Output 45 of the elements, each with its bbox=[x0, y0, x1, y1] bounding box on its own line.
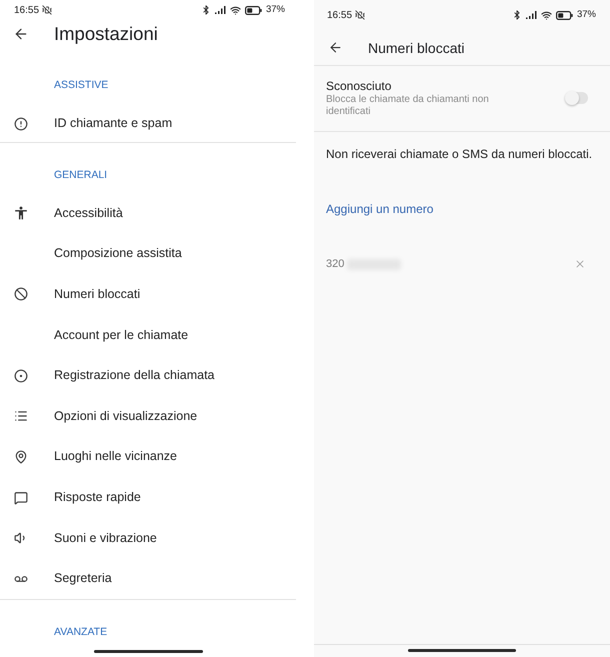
setting-title: Sconosciuto bbox=[326, 78, 392, 94]
signal-icon bbox=[214, 6, 226, 14]
section-heading: AVANZATE bbox=[54, 626, 108, 638]
settings-item[interactable]: Opzioni di visualizzazione bbox=[0, 396, 296, 437]
battery-icon bbox=[556, 10, 573, 20]
settings-item[interactable]: Segreteria bbox=[0, 558, 296, 600]
bluetooth-icon bbox=[200, 5, 211, 16]
accessibility-icon bbox=[14, 206, 28, 220]
battery-icon bbox=[244, 6, 262, 15]
vibrate-off-icon bbox=[355, 10, 366, 20]
settings-item[interactable]: Risposte rapide bbox=[0, 477, 296, 518]
vibrate-off-icon bbox=[42, 5, 52, 16]
wifi-icon bbox=[230, 4, 241, 16]
battery-percent: 37% bbox=[576, 8, 596, 22]
add-number-link[interactable]: Aggiungi un numero bbox=[326, 202, 434, 216]
location-pin-icon bbox=[14, 450, 28, 464]
settings-item[interactable]: Account per le chiamate bbox=[0, 314, 296, 356]
status-time: 16:55 bbox=[327, 8, 352, 22]
toggle-switch[interactable] bbox=[566, 92, 588, 104]
screen-title: Impostazioni bbox=[54, 22, 158, 46]
settings-item[interactable]: Accessibilità bbox=[0, 192, 296, 234]
battery-percent: 37% bbox=[266, 3, 285, 18]
remove-button[interactable] bbox=[574, 258, 586, 270]
setting-description: Blocca le chiamate da chiamanti non identificati bbox=[326, 94, 490, 118]
section-heading: ASSISTIVE bbox=[54, 78, 108, 91]
close-icon bbox=[574, 258, 586, 270]
list-icon bbox=[14, 409, 28, 424]
section-heading: GENERALI bbox=[54, 168, 108, 181]
settings-item[interactable]: Suoni e vibrazione bbox=[0, 518, 296, 558]
settings-item[interactable]: Composizione assistita bbox=[0, 233, 296, 274]
settings-item[interactable]: ID chiamante e spam bbox=[0, 106, 296, 142]
phone-number: 320 bbox=[326, 257, 344, 272]
signal-icon bbox=[526, 11, 537, 19]
screen-title: Numeri bloccati bbox=[368, 38, 464, 58]
wifi-icon bbox=[540, 10, 552, 20]
settings-item[interactable]: Registrazione della chiamata bbox=[0, 355, 296, 396]
blocking-notice: Non riceverai chiamate o SMS da numeri bloccati. bbox=[326, 146, 594, 162]
circle-slash-icon bbox=[14, 287, 28, 302]
settings-item[interactable]: Luoghi nelle vicinanze bbox=[0, 436, 296, 478]
status-time: 16:55 bbox=[14, 4, 40, 18]
message-bubble-icon bbox=[14, 490, 28, 504]
record-dot-icon bbox=[14, 368, 28, 383]
settings-item[interactable]: Numeri bloccati bbox=[0, 274, 296, 315]
exclamation-circle-icon bbox=[14, 116, 28, 131]
bluetooth-icon bbox=[512, 10, 522, 20]
